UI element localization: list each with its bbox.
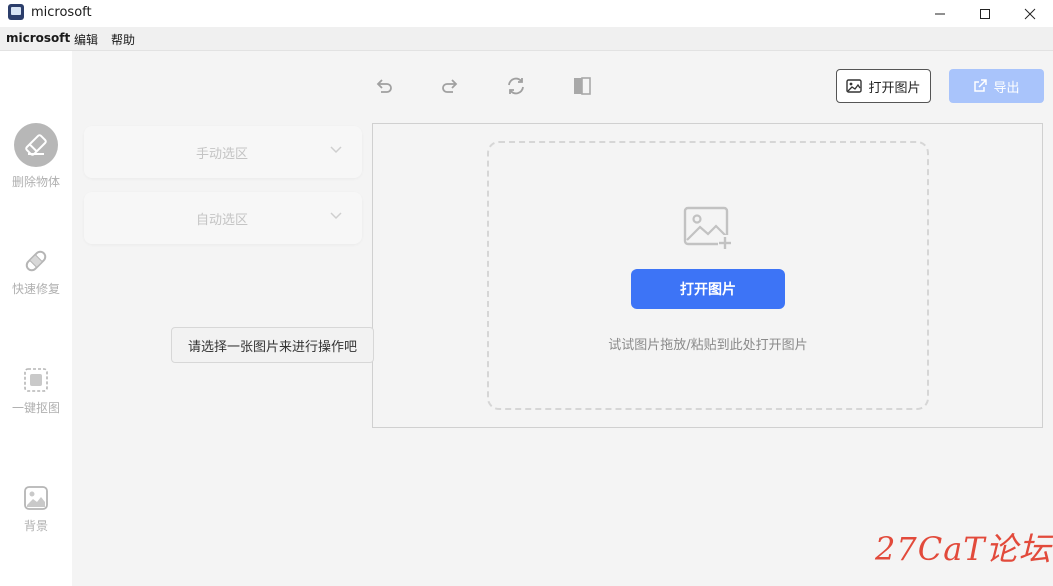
close-icon [1024,8,1036,19]
chevron-down-icon [330,146,342,154]
export-icon [974,79,988,92]
refresh-icon [508,77,524,95]
add-image-icon [683,206,732,249]
reset-button[interactable] [504,74,528,98]
image-icon [846,79,863,93]
compare-button[interactable] [570,74,594,98]
redo-icon [442,79,458,93]
cutout-icon [24,368,48,392]
compare-icon [574,77,591,95]
sidebar: 删除物体 快速修复 一键抠图 背景 [0,51,72,586]
sidebar-item-label: 快速修复 [11,282,60,296]
open-image-button[interactable]: 打开图片 [836,69,931,103]
image-icon [24,486,48,510]
auto-selection-label: 自动选区 [195,213,248,228]
manual-selection-label: 手动选区 [195,147,248,162]
maximize-icon [980,8,990,19]
dropzone-hint: 试试图片拖放/粘贴到此处打开图片 [608,338,808,353]
sidebar-item-label: 一键抠图 [11,401,60,415]
watermark: 27CaT论坛 [875,530,1052,568]
export-button[interactable]: 导出 [949,69,1044,103]
export-label: 导出 [993,80,1020,96]
title-bar: microsoft [0,0,1053,27]
hint-tooltip: 请选择一张图片来进行操作吧 [171,327,374,363]
eraser-icon [14,123,58,167]
menu-help[interactable]: 帮助 [111,31,135,48]
undo-icon [376,79,392,93]
sidebar-item-background[interactable]: 背景 [0,485,72,534]
open-image-label: 打开图片 [868,80,921,96]
maximize-button[interactable] [962,0,1008,27]
undo-button[interactable] [372,74,396,98]
app-icon [8,4,24,20]
minimize-button[interactable] [917,0,963,27]
close-button[interactable] [1007,0,1053,27]
auto-selection-panel[interactable]: 自动选区 [84,192,362,244]
manual-selection-panel[interactable]: 手动选区 [84,126,362,178]
sidebar-item-label: 背景 [23,519,48,533]
menu-app[interactable]: microsoft [6,31,70,45]
bandage-icon [25,250,47,272]
dropzone-open-button[interactable]: 打开图片 [631,269,785,309]
minimize-icon [935,13,945,14]
sidebar-item-quick-fix[interactable]: 快速修复 [0,248,72,297]
menu-bar: microsoft 编辑 帮助 [0,27,1053,51]
menu-edit[interactable]: 编辑 [74,31,98,48]
sidebar-item-remove-object[interactable]: 删除物体 [0,123,72,190]
sidebar-item-cutout[interactable]: 一键抠图 [0,367,72,416]
chevron-down-icon [330,212,342,220]
redo-button[interactable] [438,74,462,98]
sidebar-item-label: 删除物体 [11,175,60,189]
window-title: microsoft [31,5,92,20]
